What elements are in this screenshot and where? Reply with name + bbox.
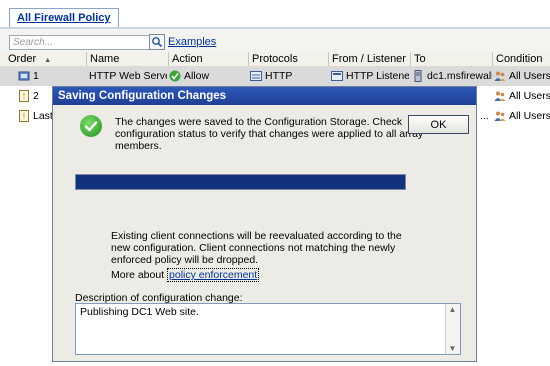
- rule-icon: !: [18, 89, 30, 103]
- success-check-icon: [80, 115, 102, 137]
- more-about-prefix: More about: [111, 269, 168, 281]
- rule-name: HTTP Web Server: [89, 70, 167, 82]
- dialog-message: The changes were saved to the Configurat…: [115, 116, 424, 152]
- search-button[interactable]: [149, 34, 165, 50]
- users-icon: [494, 89, 506, 102]
- svg-text:!: !: [23, 112, 25, 121]
- column-header-action[interactable]: Action: [168, 52, 248, 66]
- rule-order: 2: [33, 90, 39, 102]
- column-header-name[interactable]: Name: [86, 52, 168, 66]
- scroll-down-icon[interactable]: ▼: [448, 344, 457, 353]
- svg-text:!: !: [23, 92, 25, 101]
- policy-enforcement-link[interactable]: policy enforcement: [167, 268, 260, 282]
- users-icon: [494, 109, 506, 122]
- saving-changes-dialog: Saving Configuration Changes The changes…: [52, 86, 477, 362]
- save-progress-bar: [75, 174, 406, 190]
- protocol-icon: [250, 69, 262, 82]
- allow-icon: [169, 69, 181, 82]
- tab-bar: All Firewall Policy: [0, 0, 550, 28]
- search-row: Search... Examples: [0, 29, 550, 52]
- sort-ascending-icon: ▲: [44, 57, 52, 64]
- column-header-order[interactable]: Order ▲: [0, 52, 86, 66]
- tab-all-firewall-policy[interactable]: All Firewall Policy: [9, 8, 119, 27]
- ok-button[interactable]: OK: [408, 115, 469, 134]
- rule-to: dc1.msfirewall...: [427, 70, 492, 82]
- rule-protocol: HTTP: [265, 70, 293, 82]
- rule-action: Allow: [184, 70, 210, 82]
- enforcement-note: Existing client connections will be reev…: [111, 230, 402, 266]
- rule-to: ...: [480, 110, 489, 122]
- rule-condition: All Users: [509, 90, 550, 102]
- rule-from: HTTP Listener: [346, 70, 409, 82]
- column-header-from-listener[interactable]: From / Listener: [328, 52, 410, 66]
- dialog-title: Saving Configuration Changes: [53, 87, 476, 105]
- description-scrollbar[interactable]: ▲ ▼: [445, 304, 460, 354]
- column-header-to[interactable]: To: [410, 52, 492, 66]
- users-icon: [494, 69, 506, 82]
- rule-condition: All Users: [509, 110, 550, 122]
- rule-icon: !: [18, 109, 30, 123]
- rule-order: 1: [33, 70, 39, 82]
- search-input[interactable]: Search...: [9, 35, 152, 50]
- listener-icon: [331, 69, 343, 82]
- server-icon: [412, 69, 424, 83]
- search-icon: [152, 37, 163, 48]
- column-header-protocols[interactable]: Protocols: [248, 52, 328, 66]
- column-header-condition[interactable]: Condition: [492, 52, 550, 66]
- rule-order: Last: [33, 110, 52, 122]
- description-textarea[interactable]: Publishing DC1 Web site. ▲ ▼: [75, 303, 461, 355]
- publishing-rule-icon: [18, 69, 30, 81]
- description-text: Publishing DC1 Web site.: [80, 306, 199, 318]
- table-row[interactable]: 1 HTTP Web Server Allow HTTP HTTP Listen…: [0, 66, 550, 86]
- table-header: Order ▲ Name Action Protocols From / Lis…: [0, 52, 550, 67]
- progress-fill: [76, 175, 405, 189]
- examples-link[interactable]: Examples: [168, 36, 216, 48]
- column-header-label: Order: [8, 53, 37, 65]
- scroll-up-icon[interactable]: ▲: [448, 305, 457, 314]
- rule-condition: All Users: [509, 70, 550, 82]
- more-about-text: More about policy enforcement: [111, 268, 260, 282]
